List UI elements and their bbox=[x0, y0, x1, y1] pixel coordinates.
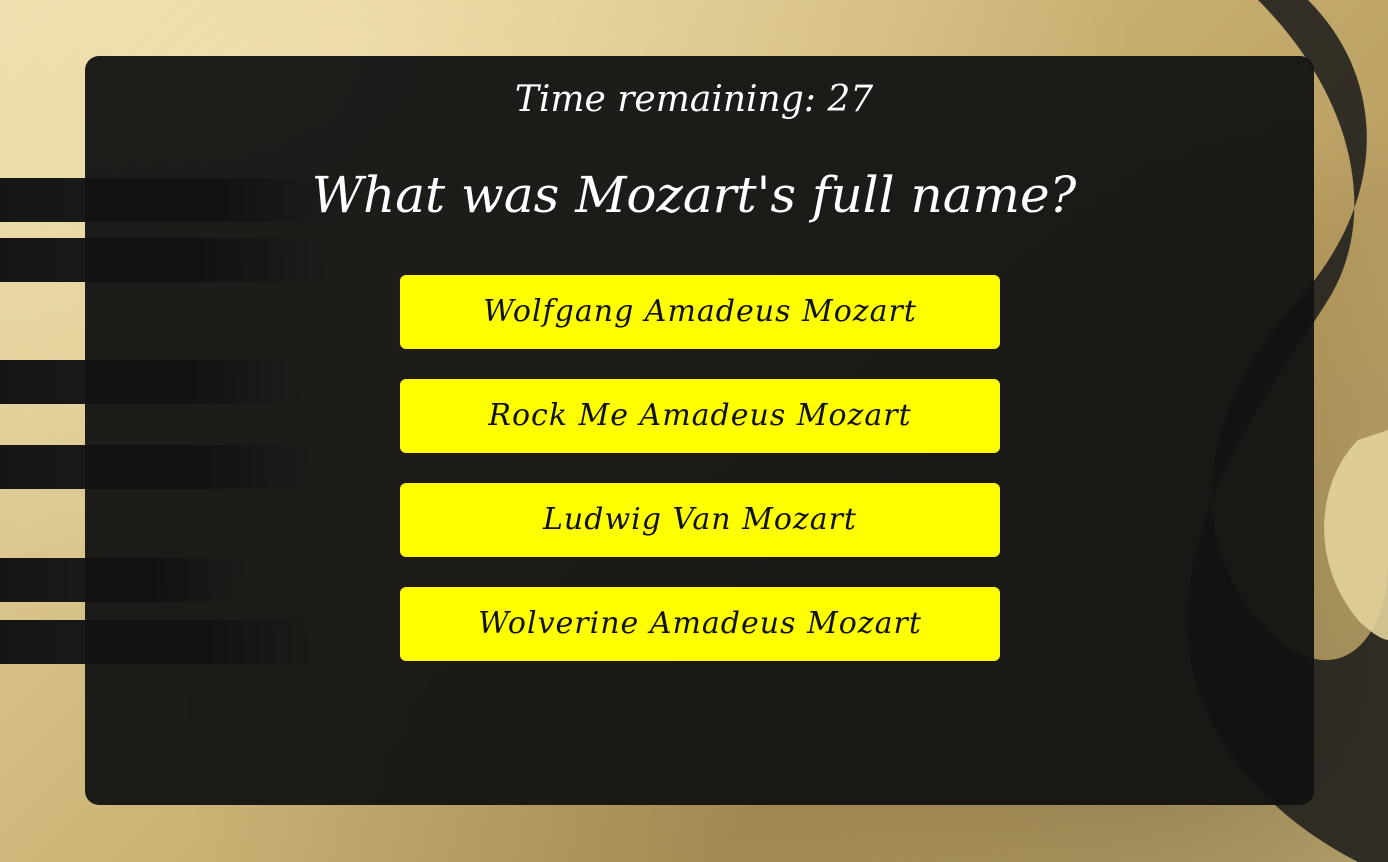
answer-button-2[interactable]: Rock Me Amadeus Mozart bbox=[400, 379, 1000, 453]
answer-list: Wolfgang Amadeus Mozart Rock Me Amadeus … bbox=[400, 275, 1000, 691]
question-text: What was Mozart's full name? bbox=[311, 166, 1077, 224]
time-remaining-label: Time remaining: 27 bbox=[514, 79, 874, 120]
answer-button-4[interactable]: Wolverine Amadeus Mozart bbox=[400, 587, 1000, 661]
answer-button-1[interactable]: Wolfgang Amadeus Mozart bbox=[400, 275, 1000, 349]
answer-button-3[interactable]: Ludwig Van Mozart bbox=[400, 483, 1000, 557]
